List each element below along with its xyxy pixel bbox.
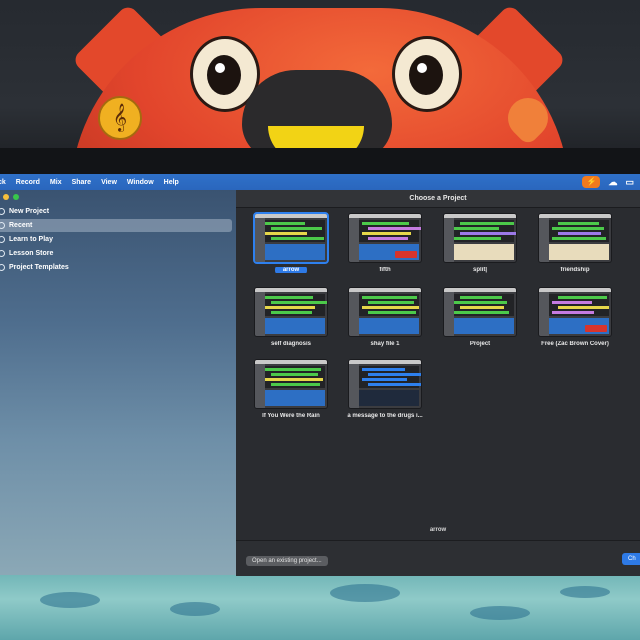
sidebar-item-learn-to-play[interactable]: Learn to Play	[0, 233, 232, 246]
project-name: Free (Zac Brown Cover)	[532, 341, 618, 347]
project-tile[interactable]: self diagnosis	[248, 288, 334, 347]
project-thumbnail	[444, 214, 516, 262]
footer-bar: Open an existing project... Ch	[236, 540, 640, 576]
project-thumbnail	[255, 288, 327, 336]
project-name: split|	[437, 267, 523, 273]
new-project-icon	[0, 208, 5, 215]
project-thumbnail	[349, 288, 421, 336]
sidebar-item-label: Learn to Play	[9, 236, 53, 243]
project-tile[interactable]: Free (Zac Brown Cover)	[532, 288, 618, 347]
project-name: arrow	[248, 267, 334, 273]
project-name-text: self diagnosis	[270, 341, 311, 347]
sidebar-item-label: New Project	[9, 208, 50, 215]
project-tile[interactable]: a message to the drugs i...	[342, 360, 428, 419]
status-badge[interactable]: ⚡	[582, 176, 601, 188]
desk-surface	[0, 572, 640, 640]
sidebar-item-lesson-store[interactable]: Lesson Store	[0, 247, 232, 260]
project-name: If You Were the Rain	[248, 413, 334, 419]
project-name: friendship	[532, 267, 618, 273]
cloud-icon[interactable]: ☁	[608, 177, 617, 188]
project-name: self diagnosis	[248, 341, 334, 347]
project-name-text: a message to the drugs i...	[347, 413, 423, 419]
sidebar-list: New Project Recent Learn to Play Lesson …	[0, 204, 236, 275]
sidebar-item-label: Project Templates	[9, 264, 69, 271]
plush-eye-right	[392, 36, 462, 112]
minimize-button[interactable]	[3, 194, 9, 200]
project-name-text: Free (Zac Brown Cover)	[541, 341, 609, 347]
project-thumbnail	[349, 360, 421, 408]
guitar-icon	[0, 236, 5, 243]
menu-bar: ck Record Mix Share View Window Help ⚡ ☁…	[0, 174, 640, 190]
open-existing-button[interactable]: Open an existing project...	[246, 556, 328, 566]
zoom-button[interactable]	[13, 194, 19, 200]
menu-window[interactable]: Window	[127, 179, 154, 186]
templates-icon	[0, 264, 5, 271]
store-icon	[0, 250, 5, 257]
sidebar-item-recent[interactable]: Recent	[0, 219, 232, 232]
project-name-text: arrow	[274, 267, 308, 273]
project-tile[interactable]: friendship	[532, 214, 618, 273]
project-name: a message to the drugs i...	[342, 413, 428, 419]
project-thumbnail	[255, 214, 327, 262]
project-name-text: If You Were the Rain	[262, 413, 320, 419]
project-name-text: Project	[469, 341, 491, 347]
project-tile[interactable]: shay file 1	[342, 288, 428, 347]
project-tile[interactable]: fifth	[342, 214, 428, 273]
sidebar: New Project Recent Learn to Play Lesson …	[0, 190, 236, 575]
status-area: ⚡ ☁ ▭	[582, 176, 634, 188]
project-name: Project	[437, 341, 523, 347]
project-name-text: friendship	[560, 267, 590, 273]
sidebar-item-project-templates[interactable]: Project Templates	[0, 261, 232, 274]
menu-view[interactable]: View	[101, 179, 117, 186]
menu-record[interactable]: Record	[16, 179, 40, 186]
menu-help[interactable]: Help	[164, 179, 179, 186]
project-tile[interactable]: arrow	[248, 214, 334, 273]
project-thumbnail	[444, 288, 516, 336]
project-tile[interactable]: split|	[437, 214, 523, 273]
treble-clef-badge: 𝄞	[98, 96, 142, 140]
project-thumbnail	[539, 288, 611, 336]
project-thumbnail	[349, 214, 421, 262]
project-thumbnail	[255, 360, 327, 408]
project-name: shay file 1	[342, 341, 428, 347]
project-name-text: fifth	[379, 267, 391, 273]
sidebar-item-label: Lesson Store	[9, 250, 54, 257]
page-title: Choose a Project	[236, 190, 640, 208]
menu-track[interactable]: ck	[0, 179, 6, 186]
project-chooser: Choose a Project arrow fifth split| friends…	[236, 190, 640, 576]
sidebar-item-label: Recent	[9, 222, 33, 229]
selected-project-name: arrow	[429, 527, 447, 533]
project-thumbnail	[539, 214, 611, 262]
project-name: fifth	[342, 267, 428, 273]
window-controls	[3, 194, 19, 200]
choose-button[interactable]: Ch	[622, 553, 640, 565]
drive-icon[interactable]: ▭	[625, 177, 634, 188]
menu-share[interactable]: Share	[72, 179, 91, 186]
project-name-text: split|	[472, 267, 487, 273]
project-tile[interactable]: Project	[437, 288, 523, 347]
project-tile[interactable]: If You Were the Rain	[248, 360, 334, 419]
project-name-text: shay file 1	[370, 341, 400, 347]
sidebar-item-new-project[interactable]: New Project	[0, 205, 232, 218]
clock-icon	[0, 222, 5, 229]
menu-mix[interactable]: Mix	[50, 179, 62, 186]
